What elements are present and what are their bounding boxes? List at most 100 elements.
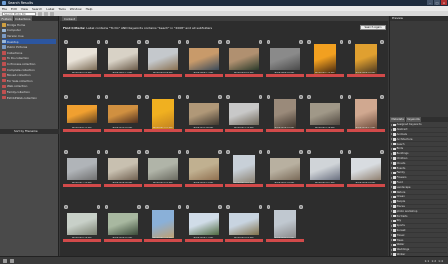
rotate-right-icon[interactable] <box>258 150 262 154</box>
expand-triangle-icon[interactable] <box>391 224 392 227</box>
rotate-right-icon[interactable] <box>380 150 384 154</box>
rotate-left-icon[interactable] <box>64 95 68 99</box>
rotate-right-icon[interactable] <box>96 95 100 99</box>
expand-triangle-icon[interactable] <box>391 147 392 150</box>
rotate-right-icon[interactable] <box>137 150 141 154</box>
rotate-right-icon[interactable] <box>299 150 303 154</box>
expand-triangle-icon[interactable] <box>391 143 392 146</box>
expand-triangle-icon[interactable] <box>391 133 392 136</box>
expand-triangle-icon[interactable] <box>391 200 392 203</box>
rotate-left-icon[interactable] <box>185 150 189 154</box>
rotate-left-icon[interactable] <box>145 40 149 44</box>
thumbnail[interactable]: AU08-0808-26.NEF <box>346 40 385 77</box>
rotate-right-icon[interactable] <box>177 205 181 209</box>
rotate-right-icon[interactable] <box>218 205 222 209</box>
thumbnail[interactable]: AU08-0801-23.NEF <box>63 40 101 77</box>
thumbnail[interactable]: AU08-0815-14.NEF <box>306 95 344 132</box>
trash-icon[interactable] <box>10 258 14 263</box>
expand-triangle-icon[interactable] <box>391 205 392 208</box>
forward-icon[interactable] <box>44 11 48 16</box>
rotate-left-icon[interactable] <box>226 95 230 99</box>
rotate-left-icon[interactable] <box>145 150 149 154</box>
rotate-right-icon[interactable] <box>380 40 384 44</box>
menu-search[interactable]: Search <box>32 7 42 11</box>
rotate-right-icon[interactable] <box>339 150 343 154</box>
tab-content[interactable]: Content <box>62 16 78 21</box>
expand-triangle-icon[interactable] <box>391 157 392 160</box>
keyword-checkbox[interactable] <box>393 219 396 223</box>
rotate-left-icon[interactable] <box>64 150 68 154</box>
expand-triangle-icon[interactable] <box>391 167 392 170</box>
rotate-right-icon[interactable] <box>177 40 181 44</box>
keyword-checkbox[interactable] <box>393 185 396 189</box>
menu-edit[interactable]: Edit <box>11 7 17 11</box>
thumbnail[interactable]: AU08-0828-11.NEF <box>184 205 223 242</box>
thumbnail[interactable]: AU08-0811-21.NEF <box>144 95 182 132</box>
view-size-3[interactable]: 1:4 <box>438 259 443 263</box>
keyword-checkbox[interactable] <box>393 229 396 232</box>
expand-triangle-icon[interactable] <box>391 210 392 213</box>
tab-metadata[interactable]: Metadata <box>390 117 406 122</box>
rotate-right-icon[interactable] <box>299 95 303 99</box>
rotate-left-icon[interactable] <box>145 95 149 99</box>
new-folder-icon[interactable] <box>3 258 7 263</box>
keyword-checkbox[interactable] <box>393 224 396 227</box>
rotate-right-icon[interactable] <box>258 40 262 44</box>
rotate-left-icon[interactable] <box>104 40 108 44</box>
thumbnail[interactable]: AU08-0821-01.NEF <box>225 150 263 187</box>
keyword-checkbox[interactable] <box>393 157 396 160</box>
rotate-left-icon[interactable] <box>266 150 270 154</box>
rotate-right-icon[interactable] <box>299 205 303 209</box>
thumbnail[interactable]: AU08-0817-10.NEF <box>63 150 101 187</box>
rotate-left-icon[interactable] <box>104 95 108 99</box>
rotate-right-icon[interactable] <box>218 40 222 44</box>
keyword-checkbox[interactable] <box>393 137 396 141</box>
thumbnail[interactable]: AU08-0807-15.NEF <box>306 40 344 77</box>
thumbnail[interactable]: AU08-0814-03.NEF <box>265 95 304 132</box>
expand-triangle-icon[interactable] <box>391 162 392 165</box>
keyword-checkbox[interactable] <box>393 152 396 155</box>
thumbnail[interactable]: AU08-0820-13.NEF <box>184 150 223 187</box>
thumbnail[interactable]: AU08-0824-24.NEF <box>346 150 385 187</box>
thumbnail[interactable]: AU08-0829-09.NEF <box>225 205 263 242</box>
expand-triangle-icon[interactable] <box>391 128 392 131</box>
rotate-left-icon[interactable] <box>347 95 351 99</box>
thumbnail[interactable]: AU08-0825-16.NEF <box>63 205 101 242</box>
keyword-checkbox[interactable] <box>393 243 396 247</box>
rotate-left-icon[interactable] <box>185 40 189 44</box>
rotate-left-icon[interactable] <box>104 205 108 209</box>
back-icon[interactable] <box>38 11 42 16</box>
rotate-left-icon[interactable] <box>145 205 149 209</box>
view-size-2[interactable]: 1:2 <box>431 259 436 263</box>
thumbnail[interactable]: AU08-0827-20.NEF <box>144 205 182 242</box>
rotate-right-icon[interactable] <box>258 205 262 209</box>
thumbnail[interactable]: AU08-0812-08.NEF <box>184 95 223 132</box>
rotate-left-icon[interactable] <box>226 40 230 44</box>
menu-label[interactable]: Label <box>46 7 54 11</box>
keyword-checkbox[interactable] <box>393 171 396 175</box>
rotate-left-icon[interactable] <box>347 150 351 154</box>
expand-triangle-icon[interactable] <box>391 181 392 184</box>
rotate-left-icon[interactable] <box>226 150 230 154</box>
keyword-checkbox[interactable] <box>393 123 396 127</box>
rotate-left-icon[interactable] <box>307 95 311 99</box>
rotate-right-icon[interactable] <box>177 150 181 154</box>
thumbnail[interactable]: AU08-0818-06.NEF <box>103 150 142 187</box>
rotate-left-icon[interactable] <box>266 205 270 209</box>
maximize-button[interactable]: □ <box>434 0 440 5</box>
close-button[interactable]: × <box>441 0 447 5</box>
minimize-button[interactable]: – <box>427 0 433 5</box>
rotate-right-icon[interactable] <box>339 95 343 99</box>
expand-triangle-icon[interactable] <box>391 234 392 237</box>
thumbnail[interactable]: AU08-0805-02.NEF <box>225 40 263 77</box>
rotate-left-icon[interactable] <box>307 150 311 154</box>
rotate-left-icon[interactable] <box>185 95 189 99</box>
thumbnail[interactable]: AU08-0819-22.NEF <box>144 150 182 187</box>
thumbnail[interactable]: AU08-0802-11.NEF <box>103 40 142 77</box>
rotate-right-icon[interactable] <box>380 95 384 99</box>
tab-keywords[interactable]: Keywords <box>405 117 422 122</box>
keyword-checkbox[interactable] <box>393 190 396 194</box>
thumbnail[interactable]: AU08-0804-17.NEF <box>184 40 223 77</box>
menu-view[interactable]: View <box>21 7 28 11</box>
expand-triangle-icon[interactable] <box>391 239 392 242</box>
